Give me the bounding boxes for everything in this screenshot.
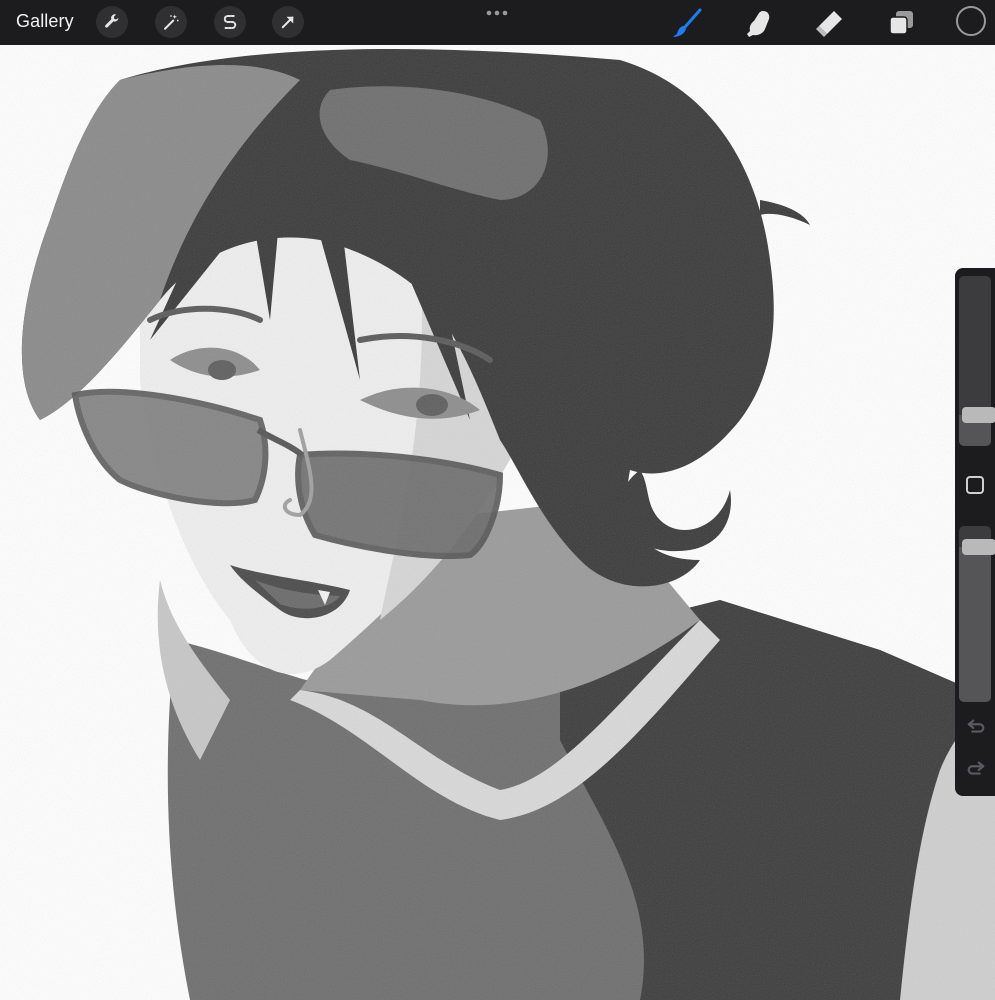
brush-icon bbox=[673, 8, 702, 37]
drawing-canvas[interactable] bbox=[0, 45, 995, 1000]
smudge-finger-icon bbox=[747, 11, 770, 37]
layers-icon bbox=[889, 11, 913, 35]
sidebar bbox=[955, 268, 995, 796]
layers-button[interactable] bbox=[884, 6, 918, 40]
redo-arrow-icon[interactable] bbox=[965, 758, 987, 780]
undo-arrow-icon[interactable] bbox=[965, 716, 987, 738]
adjustments-button[interactable] bbox=[155, 6, 187, 38]
arrow-cursor-icon bbox=[281, 16, 294, 29]
modify-button[interactable] bbox=[966, 476, 984, 494]
actions-button[interactable] bbox=[96, 6, 128, 38]
smudge-button[interactable] bbox=[741, 6, 775, 40]
color-swatch-button[interactable] bbox=[956, 6, 986, 36]
eraser-icon bbox=[816, 11, 842, 37]
opacity-thumb[interactable] bbox=[962, 539, 995, 555]
transform-button[interactable] bbox=[272, 6, 304, 38]
more-options-icon[interactable] bbox=[485, 8, 509, 18]
selection-s-icon bbox=[223, 15, 237, 29]
magic-wand-icon bbox=[164, 14, 179, 30]
paint-button[interactable] bbox=[670, 6, 704, 40]
top-toolbar: Gallery bbox=[0, 0, 995, 45]
erase-button[interactable] bbox=[813, 6, 847, 40]
opacity-fill bbox=[959, 547, 991, 702]
gallery-button[interactable]: Gallery bbox=[16, 11, 74, 32]
brush-size-slider[interactable] bbox=[959, 276, 995, 446]
opacity-slider[interactable] bbox=[959, 526, 995, 702]
brush-size-thumb[interactable] bbox=[962, 407, 995, 423]
artwork bbox=[0, 45, 995, 1000]
selection-button[interactable] bbox=[214, 6, 246, 38]
wrench-icon bbox=[105, 14, 119, 28]
